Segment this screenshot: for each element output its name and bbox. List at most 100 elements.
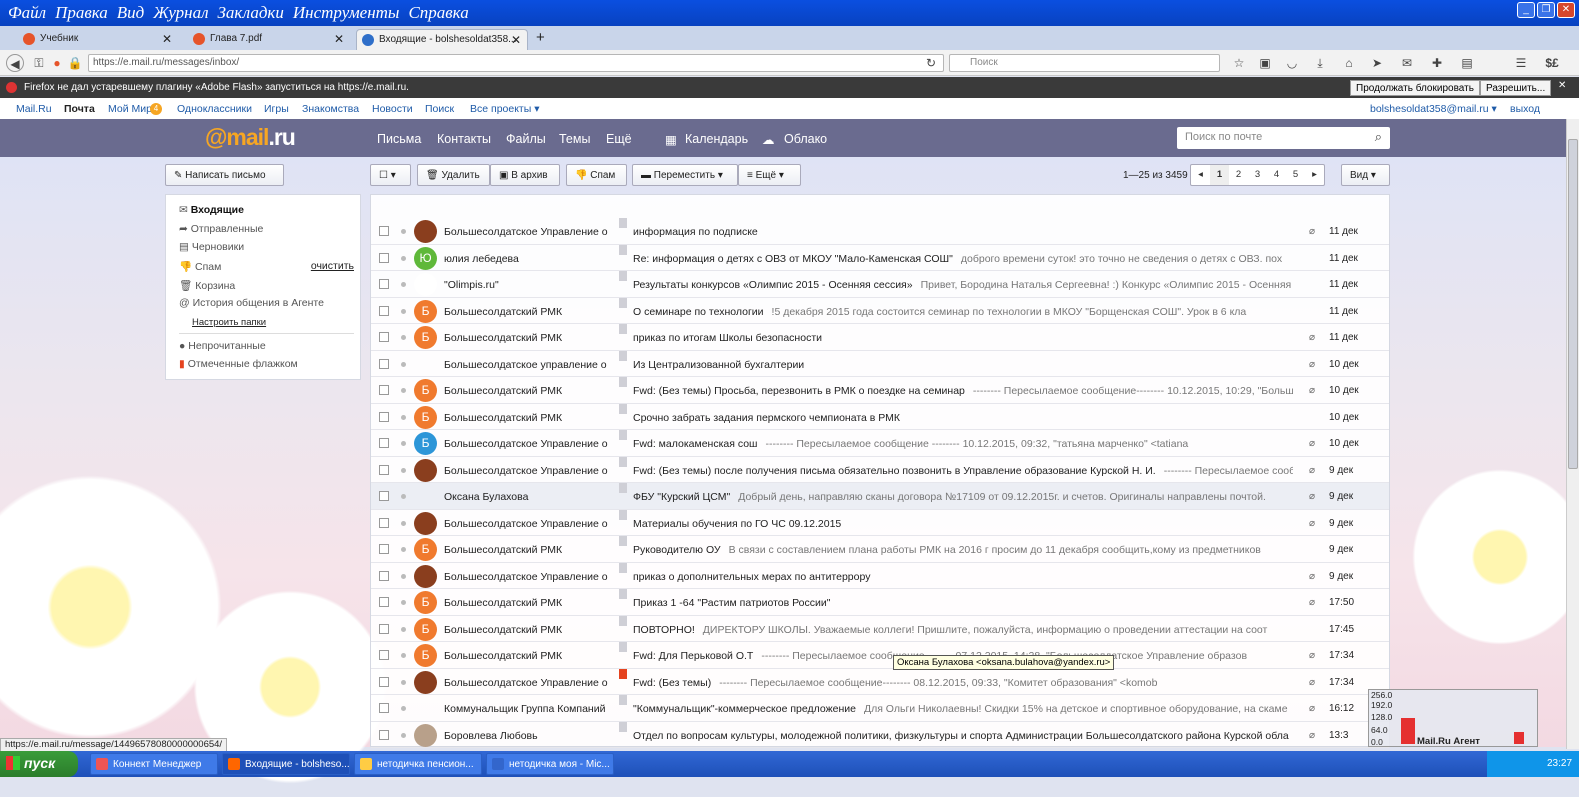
search-icon[interactable]: ⌕ [1375, 129, 1382, 145]
menu-edit[interactable]: Правка [47, 0, 108, 23]
scrollbar-thumb[interactable] [1568, 139, 1578, 469]
continue-blocking-button[interactable]: Продолжать блокировать [1350, 80, 1480, 96]
send-icon[interactable]: ➤ [1368, 54, 1386, 72]
download-icon[interactable]: ⤓ [1311, 54, 1329, 72]
message-row[interactable]: Б Большесолдатский РМК Приказ 1 -64 "Расти… [371, 589, 1389, 616]
task-connect-manager[interactable]: Коннект Менеджер [90, 753, 218, 775]
page-scrollbar[interactable] [1566, 119, 1579, 749]
read-status-icon[interactable] [401, 494, 406, 499]
read-status-icon[interactable] [401, 308, 406, 314]
row-checkbox[interactable] [379, 623, 389, 634]
nav-more[interactable]: Ещё [606, 132, 632, 146]
row-checkbox[interactable] [379, 438, 389, 448]
row-checkbox[interactable] [379, 676, 389, 687]
page-3[interactable]: 3 [1248, 165, 1267, 185]
tab-textbook[interactable]: Учебник ✕ [18, 29, 178, 50]
sender-name[interactable]: Большесолдатское Управление о [444, 677, 614, 689]
message-subject[interactable]: Fwd: (Без темы) -------- Пересылаемое соо… [633, 677, 1293, 689]
prev-page-button[interactable]: ◂ [1191, 165, 1210, 185]
bookmark-star-icon[interactable]: ☆ [1230, 54, 1248, 72]
sender-name[interactable]: Большесолдатский РМК [444, 650, 614, 662]
read-status-icon[interactable] [401, 626, 406, 632]
message-row[interactable]: Большесолдатское Управление о Fwd: (Без т… [371, 668, 1389, 695]
view-button[interactable]: Вид ▾ [1341, 164, 1390, 186]
home-icon[interactable]: ⌂ [1340, 54, 1358, 72]
message-row[interactable]: Большесолдатское Управление о приказ о до… [371, 562, 1389, 589]
menu-view[interactable]: Вид [109, 0, 144, 23]
flag-icon[interactable] [619, 509, 627, 520]
pocket-icon[interactable]: ◡ [1283, 54, 1301, 72]
portal-link-all-projects[interactable]: Все проекты ▾ [470, 103, 539, 115]
task-folder[interactable]: нетодичка пенсион... [354, 753, 482, 775]
message-subject[interactable]: Материалы обучения по ГО ЧС 09.12.2015 [633, 518, 1293, 530]
menu-help[interactable]: Справка [400, 0, 468, 23]
nav-cloud[interactable]: Облако [784, 132, 827, 146]
sender-name[interactable]: Большесолдатский РМК [444, 624, 614, 636]
message-subject[interactable]: Fwd: малокаменская сош -------- Пересылае… [633, 438, 1293, 450]
read-status-icon[interactable] [401, 573, 406, 579]
read-status-icon[interactable] [401, 388, 406, 393]
minimize-icon[interactable]: _ [1517, 2, 1535, 18]
nav-letters[interactable]: Письма [377, 132, 421, 146]
tab-close-icon[interactable]: ✕ [162, 32, 172, 46]
back-icon[interactable]: ◀ [6, 54, 24, 72]
read-status-icon[interactable] [401, 732, 406, 738]
notes-icon[interactable]: ▤ [1458, 54, 1476, 72]
folder-drafts[interactable]: ▤ Черновики [179, 241, 244, 253]
row-checkbox[interactable] [379, 517, 389, 528]
row-checkbox[interactable] [379, 544, 389, 554]
message-subject[interactable]: Результаты конкурсов «Олимпис 2015 - Осе… [633, 279, 1293, 291]
message-row[interactable]: Б Большесолдатский РМК Fwd: (Без темы) Про… [371, 377, 1389, 404]
message-subject[interactable]: приказ о дополнительных мерах по антитер… [633, 571, 1293, 583]
sender-name[interactable]: Большесолдатский РМК [444, 597, 614, 609]
row-checkbox[interactable] [379, 252, 389, 263]
message-subject[interactable]: информация по подписке [633, 226, 1293, 238]
message-row[interactable]: Коммунальщик Группа Компаний "Коммунальщи… [371, 695, 1389, 722]
message-row[interactable]: Большесолдатское Управление о Fwd: (Без т… [371, 456, 1389, 483]
message-row[interactable]: Б Большесолдатское Управление о Fwd: малок… [371, 430, 1389, 457]
row-checkbox[interactable] [379, 279, 389, 289]
message-subject[interactable]: Re: информация о детях с ОВЗ от МКОУ "Ма… [633, 253, 1293, 265]
account-menu[interactable]: bolshesoldat358@mail.ru ▾ [1370, 103, 1497, 115]
flag-icon[interactable] [619, 483, 627, 493]
message-subject[interactable]: Fwd: (Без темы) после получения письма о… [633, 465, 1293, 477]
read-status-icon[interactable] [401, 679, 406, 685]
message-row[interactable]: Оксана Булахова ФБУ "Курский ЦСМ" Добрый д… [371, 483, 1389, 510]
message-row[interactable]: Б Большесолдатский РМК Руководителю ОУ В св… [371, 536, 1389, 563]
sender-name[interactable]: "Olimpis.ru" [444, 279, 614, 291]
sender-name[interactable]: юлия лебедева [444, 253, 614, 265]
read-status-icon[interactable] [401, 653, 406, 658]
tab-close-icon[interactable]: ✕ [511, 33, 521, 47]
more-button[interactable]: ≡ Ещё ▾ [738, 164, 801, 186]
sender-name[interactable]: Боровлева Любовь [444, 730, 614, 742]
addon-icon[interactable]: ● [48, 54, 66, 72]
flag-icon[interactable] [619, 615, 627, 626]
flag-icon[interactable] [619, 297, 627, 308]
portal-link-odnoklassniki[interactable]: Одноклассники [177, 103, 252, 115]
message-subject[interactable]: Из Централизованной бухгалтерии [633, 359, 1293, 371]
restore-icon[interactable]: ❐ [1537, 2, 1555, 18]
message-row[interactable]: "Olimpis.ru" Результаты конкурсов «Олимпи… [371, 271, 1389, 298]
read-status-icon[interactable] [401, 467, 406, 473]
message-subject[interactable]: ПОВТОРНО! ДИРЕКТОРУ ШКОЛЫ. Уважаемые колл… [633, 624, 1293, 636]
sender-name[interactable]: Большесолдатское управление о [444, 359, 614, 371]
flag-icon[interactable] [619, 695, 627, 705]
tab-inbox[interactable]: Входящие - bolshesoldat358... ✕ [356, 29, 528, 50]
allow-plugin-button[interactable]: Разрешить... [1480, 80, 1552, 96]
folder-agent-history[interactable]: @ История общения в Агенте [179, 297, 324, 309]
next-page-button[interactable]: ▸ [1305, 165, 1324, 185]
folder-spam[interactable]: 👎 Спам очистить [179, 260, 354, 273]
read-status-icon[interactable] [401, 547, 406, 552]
sender-name[interactable]: Большесолдатское Управление о [444, 465, 614, 477]
mailru-logo[interactable]: @mail.ru [205, 124, 296, 151]
key-icon[interactable]: ⚿ [30, 54, 48, 72]
row-checkbox[interactable] [379, 570, 389, 581]
url-bar[interactable]: https://e.mail.ru/messages/inbox/ [88, 54, 944, 72]
spam-button[interactable]: 👎 Спам [566, 164, 627, 186]
row-checkbox[interactable] [379, 703, 389, 713]
sender-name[interactable]: Большесолдатское Управление о [444, 438, 614, 450]
portal-link-dating[interactable]: Знакомства [302, 103, 359, 115]
menu-file[interactable]: Файл [0, 0, 46, 23]
select-all-checkbox[interactable]: ☐ ▾ [370, 164, 411, 186]
message-row[interactable]: Б Большесолдатский РМК О семинаре по техно… [371, 297, 1389, 324]
